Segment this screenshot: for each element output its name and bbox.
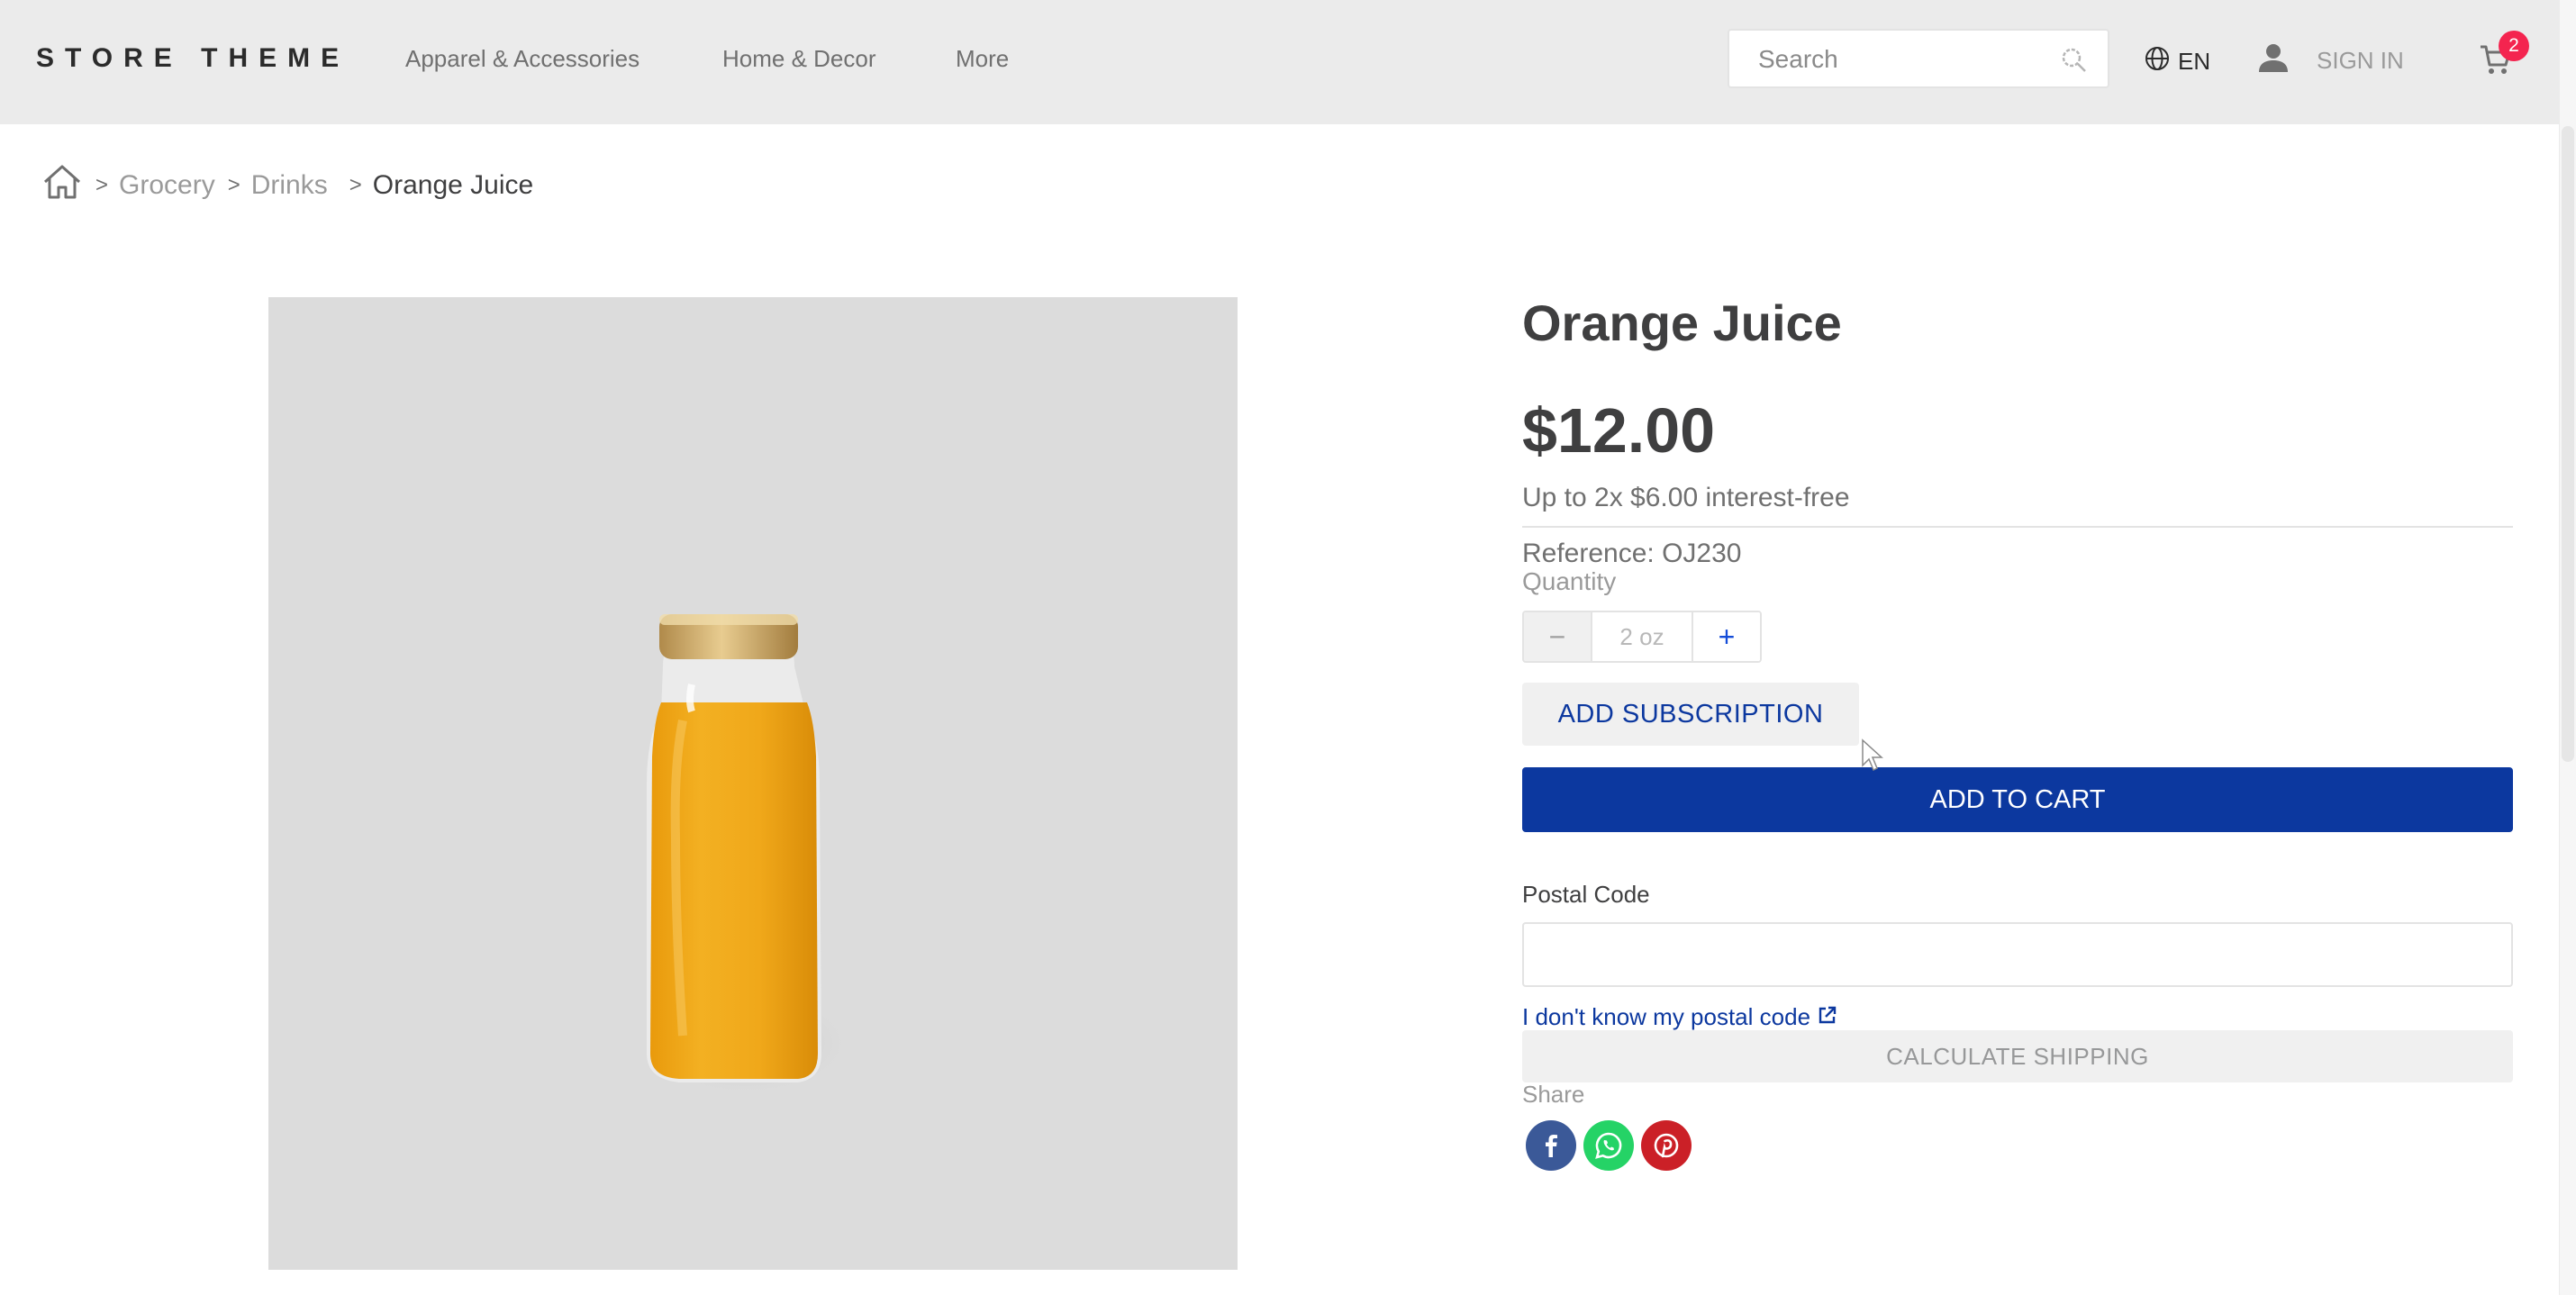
scrollbar-thumb[interactable]	[2562, 126, 2574, 762]
breadcrumb-drinks[interactable]: Drinks	[251, 170, 328, 201]
external-link-icon	[1818, 1003, 1837, 1031]
language-selector[interactable]: EN	[2144, 45, 2210, 78]
globe-icon	[2144, 45, 2171, 78]
search-box	[1728, 29, 2109, 88]
facebook-icon[interactable]	[1526, 1120, 1576, 1171]
breadcrumb-current: Orange Juice	[372, 170, 534, 200]
user-icon	[2257, 41, 2290, 80]
divider	[1522, 526, 2513, 528]
mouse-cursor-icon	[1861, 738, 1884, 777]
search-icon[interactable]	[2059, 45, 2088, 78]
product-reference: Reference: OJ230	[1522, 539, 1742, 568]
whatsapp-icon[interactable]	[1583, 1120, 1634, 1171]
add-subscription-button[interactable]: ADD SUBSCRIPTION	[1522, 683, 1859, 746]
nav-more[interactable]: More	[956, 45, 1009, 73]
add-to-cart-button[interactable]: ADD TO CART	[1522, 767, 2513, 832]
top-header: STORE THEME Apparel & Accessories Home &…	[0, 0, 2560, 124]
share-label: Share	[1522, 1081, 1585, 1108]
quantity-stepper: − 2 oz +	[1522, 611, 1762, 663]
nav-apparel-accessories[interactable]: Apparel & Accessories	[405, 45, 639, 73]
search-input[interactable]	[1756, 41, 2048, 77]
breadcrumb-separator: >	[227, 173, 240, 197]
product-price: $12.00	[1522, 395, 1716, 466]
breadcrumb-grocery[interactable]: Grocery	[119, 170, 215, 201]
store-logo[interactable]: STORE THEME	[36, 43, 349, 74]
orange-juice-bottle-image	[638, 614, 854, 1097]
product-title: Orange Juice	[1522, 294, 1842, 351]
nav-home-decor[interactable]: Home & Decor	[722, 45, 876, 73]
quantity-label: Quantity	[1522, 567, 1617, 595]
home-icon[interactable]	[41, 164, 83, 207]
postal-code-help-link[interactable]: I don't know my postal code	[1522, 1003, 1837, 1031]
postal-code-input[interactable]	[1524, 924, 2515, 987]
page-scrollbar[interactable]	[2559, 0, 2576, 1295]
breadcrumb-separator: >	[349, 173, 362, 197]
calculate-shipping-button[interactable]: CALCULATE SHIPPING	[1522, 1030, 2513, 1082]
pinterest-icon[interactable]	[1641, 1120, 1692, 1171]
sign-in-label: SIGN IN	[2317, 47, 2404, 74]
sign-in-button[interactable]: SIGN IN	[2257, 41, 2404, 80]
quantity-value[interactable]: 2 oz	[1592, 612, 1692, 661]
postal-code-help-text: I don't know my postal code	[1522, 1003, 1811, 1030]
breadcrumb: > Grocery > Drinks > Orange Juice	[41, 164, 533, 207]
product-image[interactable]	[268, 297, 1238, 1270]
quantity-decrease-button[interactable]: −	[1524, 612, 1592, 661]
cart-count-badge: 2	[2499, 31, 2529, 61]
share-buttons	[1526, 1120, 1692, 1171]
postal-code-label: Postal Code	[1522, 881, 1650, 908]
language-label: EN	[2178, 48, 2211, 75]
breadcrumb-separator: >	[95, 173, 109, 197]
quantity-increase-button[interactable]: +	[1692, 612, 1760, 661]
installments-info: Up to 2x $6.00 interest-free	[1522, 483, 1850, 512]
postal-code-field	[1522, 922, 2515, 987]
